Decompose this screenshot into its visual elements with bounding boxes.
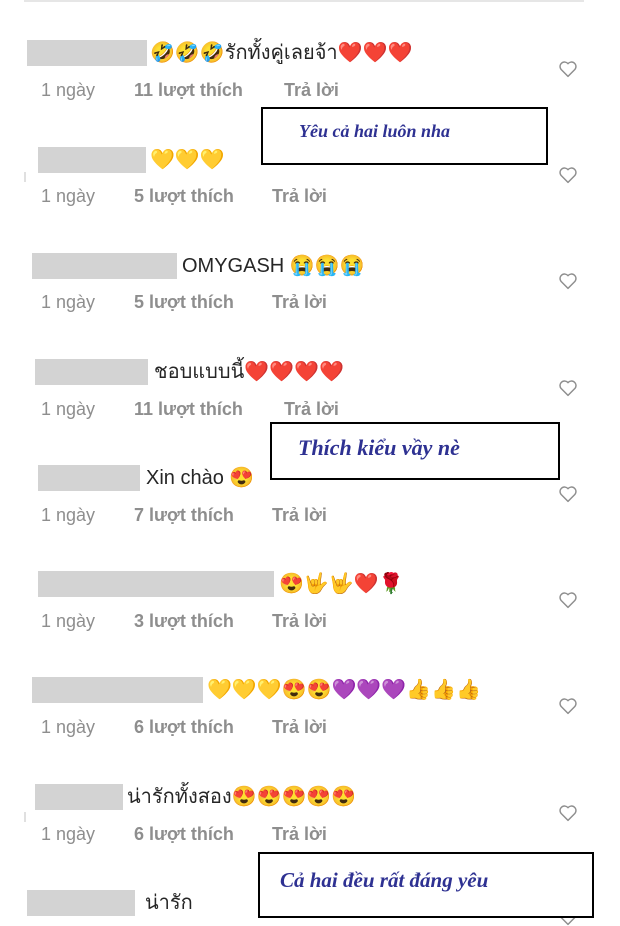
likes-count[interactable]: 6 lượt thích [134,824,272,845]
comment-item: 💛💛💛😍😍💜💜💜👍👍👍 1 ngày 6 lượt thích Trả lời [0,675,620,781]
username-redacted[interactable] [38,465,140,491]
heart-outline-icon[interactable] [558,804,578,822]
comment-text: น่ารัก [145,892,193,914]
heart-outline-icon[interactable] [558,379,578,397]
heart-outline-icon[interactable] [558,166,578,184]
comment-meta: 1 ngày 6 lượt thích Trả lời [41,717,327,738]
heart-outline-icon[interactable] [558,697,578,715]
comment-text: 💛💛💛😍😍💜💜💜👍👍👍 [207,679,481,701]
annotation-text: Cả hai đều rất đáng yêu [280,868,489,892]
comment-time: 1 ngày [41,824,96,844]
comment-meta: 1 ngày 5 lượt thích Trả lời [41,292,327,313]
likes-count[interactable]: 11 lượt thích [134,80,284,101]
username-redacted[interactable] [38,571,274,597]
comment-time: 1 ngày [41,80,96,100]
comment-time: 1 ngày [41,505,96,525]
username-redacted[interactable] [32,677,203,703]
likes-count[interactable]: 7 lượt thích [134,505,272,526]
heart-outline-icon[interactable] [558,272,578,290]
reply-link[interactable]: Trả lời [272,186,327,207]
annotation-text: Thích kiểu vầy nè [298,435,460,460]
comment-time: 1 ngày [41,717,96,737]
reply-link[interactable]: Trả lời [284,399,339,420]
comment-text: น่ารักทั้งสอง😍😍😍😍😍 [127,786,357,808]
comment-time: 1 ngày [41,399,96,419]
reply-link[interactable]: Trả lời [272,505,327,526]
comment-meta: 1 ngày 11 lượt thích Trả lời [41,399,339,420]
comment-text: 😍🤟🤟❤️🌹 [279,573,404,595]
username-redacted[interactable] [32,253,177,279]
reply-link[interactable]: Trả lời [272,292,327,313]
annotation-box: Yêu cả hai luôn nha [261,107,548,165]
edge-mark [24,172,26,182]
comment-meta: 1 ngày 5 lượt thích Trả lời [41,186,327,207]
username-redacted[interactable] [27,40,147,66]
comment-text: Xin chào 😍 [146,467,255,489]
reply-link[interactable]: Trả lời [272,717,327,738]
reply-link[interactable]: Trả lời [284,80,339,101]
comment-text: OMYGASH 😭😭😭 [182,255,365,277]
heart-outline-icon[interactable] [558,485,578,503]
comment-meta: 1 ngày 3 lượt thích Trả lời [41,611,327,632]
annotation-box: Cả hai đều rất đáng yêu [258,852,594,918]
comment-meta: 1 ngày 7 lượt thích Trả lời [41,505,327,526]
username-redacted[interactable] [35,784,123,810]
likes-count[interactable]: 5 lượt thích [134,186,272,207]
username-redacted[interactable] [38,147,146,173]
likes-count[interactable]: 5 lượt thích [134,292,272,313]
likes-count[interactable]: 6 lượt thích [134,717,272,738]
username-redacted[interactable] [35,359,148,385]
username-redacted[interactable] [27,890,135,916]
reply-link[interactable]: Trả lời [272,611,327,632]
comment-item: 😍🤟🤟❤️🌹 1 ngày 3 lượt thích Trả lời [0,569,620,675]
reply-link[interactable]: Trả lời [272,824,327,845]
likes-count[interactable]: 3 lượt thích [134,611,272,632]
comment-text: ชอบแบบนี้❤️❤️❤️❤️ [154,361,344,383]
top-divider [24,0,584,2]
comment-meta: 1 ngày 6 lượt thích Trả lời [41,824,327,845]
heart-outline-icon[interactable] [558,60,578,78]
likes-count[interactable]: 11 lượt thích [134,399,284,420]
comment-time: 1 ngày [41,292,96,312]
annotation-text: Yêu cả hai luôn nha [299,121,451,141]
comment-text: 🤣🤣🤣รักทั้งคู่เลยจ้า❤️❤️❤️ [150,42,413,64]
annotation-box: Thích kiểu vầy nè [270,422,560,480]
edge-mark [24,812,26,822]
comment-meta: 1 ngày 11 lượt thích Trả lời [41,80,339,101]
heart-outline-icon[interactable] [558,591,578,609]
comment-text: 💛💛💛 [150,149,225,171]
comment-time: 1 ngày [41,186,96,206]
comment-item: OMYGASH 😭😭😭 1 ngày 5 lượt thích Trả lời [0,250,620,356]
comment-time: 1 ngày [41,611,96,631]
